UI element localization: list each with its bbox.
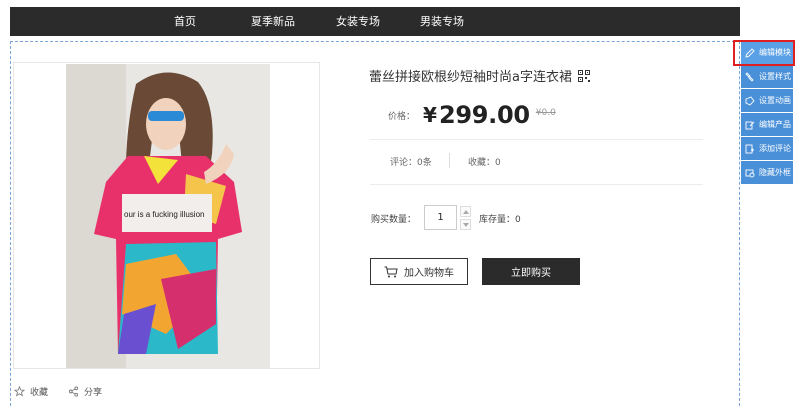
- side-item-label: 设置样式: [759, 72, 791, 81]
- side-item-label: 添加评论: [759, 144, 791, 153]
- old-price: ¥0.0: [535, 108, 556, 118]
- chevron-down-icon: [462, 222, 469, 227]
- side-panel: 编辑模块 设置样式 设置动画 编辑产品 添加评论 隐藏外框: [741, 41, 794, 184]
- favorites-count: 收藏：0: [468, 158, 501, 168]
- product-image: our is a fucking illusion: [13, 62, 320, 369]
- side-item-label: 编辑产品: [759, 120, 791, 129]
- share-icon: [68, 385, 79, 397]
- animation-icon: [745, 95, 755, 106]
- side-item-set-animation[interactable]: 设置动画: [741, 89, 793, 112]
- nav-item-men[interactable]: 男装专场: [420, 7, 464, 36]
- quantity-increase-button[interactable]: [460, 206, 471, 217]
- add-to-cart-button[interactable]: 加入购物车: [370, 258, 468, 285]
- hide-frame-icon: [745, 169, 755, 177]
- nav-item-home[interactable]: 首页: [174, 7, 196, 36]
- share-action[interactable]: 分享: [68, 384, 102, 398]
- price-value: 299.00: [438, 101, 530, 129]
- divider: [370, 184, 703, 185]
- quantity-decrease-button[interactable]: [460, 219, 471, 230]
- side-item-label: 编辑模块: [759, 48, 791, 57]
- quantity-label: 购买数量：: [371, 215, 417, 225]
- add-comment-icon: [745, 144, 754, 153]
- favorite-action[interactable]: 收藏: [14, 384, 48, 398]
- edit-product-icon: [745, 121, 755, 129]
- side-item-set-style[interactable]: 设置样式: [741, 65, 793, 88]
- shirt-text: our is a fucking illusion: [124, 210, 204, 219]
- share-label: 分享: [84, 387, 103, 398]
- side-item-edit-product[interactable]: 编辑产品: [741, 113, 793, 136]
- stats-separator: [449, 153, 450, 168]
- nav-item-women[interactable]: 女装专场: [336, 7, 380, 36]
- price-label: 价格：: [388, 111, 416, 122]
- price-row: 价格： ¥ 299.00 ¥0.0: [388, 98, 556, 132]
- side-item-label: 隐藏外框: [759, 168, 791, 177]
- favorite-label: 收藏: [30, 387, 49, 398]
- side-item-add-review[interactable]: 添加评论: [741, 137, 793, 160]
- buy-now-label: 立即购买: [511, 268, 551, 279]
- product-title-row: 蕾丝拼接欧根纱短袖时尚a字连衣裙: [369, 66, 590, 85]
- star-icon: [14, 385, 25, 397]
- product-photo-illustration: our is a fucking illusion: [66, 64, 270, 368]
- side-item-hide-frame[interactable]: 隐藏外框: [741, 161, 793, 184]
- buy-now-button[interactable]: 立即购买: [482, 258, 580, 285]
- reviews-count: 评论：0条: [390, 158, 432, 168]
- nav-item-summer-new[interactable]: 夏季新品: [251, 7, 295, 36]
- stock-count: 库存量：0: [479, 215, 521, 225]
- pencil-icon: [745, 47, 755, 58]
- quantity-input[interactable]: 1: [424, 205, 457, 230]
- cart-icon: [384, 266, 398, 277]
- side-item-label: 设置动画: [759, 96, 791, 105]
- brush-icon: [745, 71, 754, 82]
- divider: [370, 139, 703, 140]
- product-title: 蕾丝拼接欧根纱短袖时尚a字连衣裙: [369, 70, 572, 85]
- chevron-up-icon: [462, 209, 469, 214]
- add-to-cart-label: 加入购物车: [404, 268, 454, 279]
- qr-code-icon[interactable]: [577, 69, 590, 82]
- top-nav: 首页 夏季新品 女装专场 男装专场: [10, 7, 740, 36]
- currency-symbol: ¥: [423, 103, 437, 127]
- side-item-edit-module[interactable]: 编辑模块: [741, 41, 793, 64]
